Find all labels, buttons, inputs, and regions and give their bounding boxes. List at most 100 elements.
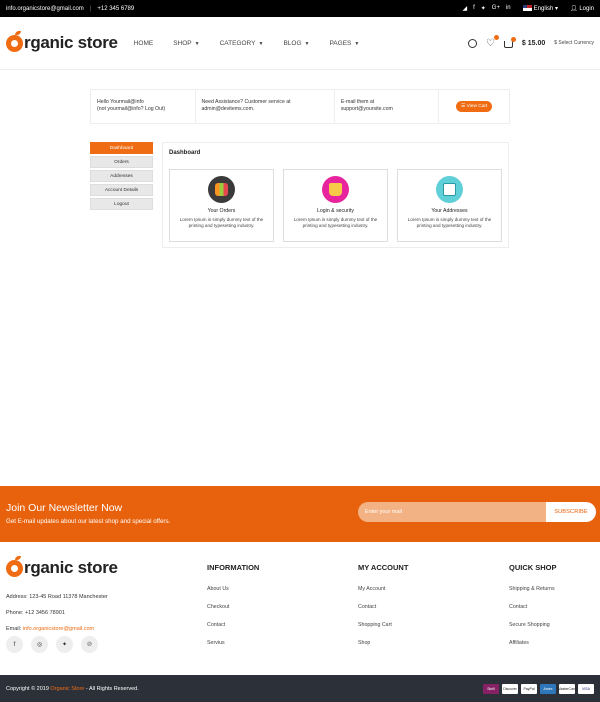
- twitter-icon[interactable]: ✦: [56, 636, 73, 653]
- topbar-separator: |: [89, 5, 92, 12]
- copyright: Copyright © 2019 Organic Store - All Rig…: [6, 685, 139, 692]
- footer-link[interactable]: Contact: [207, 622, 259, 640]
- nav-item-category[interactable]: CATEGORY ▼: [220, 40, 264, 47]
- visa-icon: VISA: [578, 683, 594, 694]
- amex-icon: Amex: [540, 683, 556, 694]
- footer-column-title: MY ACCOUNT: [358, 563, 409, 572]
- bottom-bar: Copyright © 2019 Organic Store - All Rig…: [0, 675, 600, 702]
- sidebar-item-orders[interactable]: Orders: [90, 156, 153, 168]
- orange-logo-icon: [6, 555, 23, 577]
- footer-link[interactable]: Shopping Cart: [358, 622, 408, 640]
- email-cell: E-mail them at support@yoursite.com: [335, 90, 440, 123]
- facebook-icon[interactable]: f: [6, 636, 23, 653]
- chevron-down-icon: ▼: [354, 40, 360, 47]
- view-cart-button[interactable]: ☰ View Cart: [455, 101, 493, 112]
- top-bar: info.organicstore@gmail.com | +12 345 67…: [0, 0, 600, 17]
- card-description: Lorem Ipsum is simply dummy text of the …: [293, 217, 378, 228]
- footer-link[interactable]: My Account: [358, 586, 408, 604]
- footer-link[interactable]: About Us: [207, 586, 259, 604]
- us-flag-icon: [522, 5, 532, 12]
- footer-logo-text: rganic store: [24, 558, 118, 577]
- footer-link[interactable]: Secure Shopping: [509, 622, 557, 640]
- twitter-icon[interactable]: ✦: [481, 5, 486, 12]
- wishlist-icon[interactable]: ♡: [486, 34, 499, 48]
- nav-item-home[interactable]: HOME: [134, 40, 154, 47]
- nav-item-shop[interactable]: SHOP ▼: [173, 40, 199, 47]
- account-icon[interactable]: [467, 38, 477, 48]
- user-icon: 👤︎: [570, 6, 578, 12]
- sidebar-item-logout[interactable]: Logout: [90, 198, 153, 210]
- wishlist-badge: [493, 34, 499, 40]
- chevron-down-icon: ▼: [194, 40, 200, 47]
- login-link[interactable]: 👤︎ Login: [570, 5, 594, 12]
- linkedin-icon[interactable]: in: [506, 5, 511, 12]
- card-title: Your Addresses: [431, 208, 468, 214]
- facebook-icon[interactable]: f: [473, 5, 475, 12]
- assistance-cell: Need Assistance? Customer service at adm…: [196, 90, 335, 123]
- nav-item-pages[interactable]: PAGES ▼: [329, 40, 359, 47]
- google-plus-icon[interactable]: G+: [492, 5, 500, 12]
- footer-address: Address: 123-45 Road 11378 Manchester: [6, 594, 108, 600]
- email-text: E-mail them at: [340, 99, 375, 105]
- nav-item-blog[interactable]: BLOG ▼: [283, 40, 309, 47]
- paypal-icon: PayPal: [521, 683, 537, 694]
- footer-link[interactable]: Servius: [207, 640, 259, 658]
- topbar-social: ◢ f ✦ G+ in: [462, 5, 510, 12]
- card-description: Lorem Ipsum is simply dummy text of the …: [179, 217, 264, 228]
- subscribe-button[interactable]: SUBSCRIBE: [546, 502, 596, 522]
- addresses-card[interactable]: Your Addresses Lorem Ipsum is simply dum…: [397, 169, 502, 242]
- footer-column-information: INFORMATION About Us Checkout Contact Se…: [207, 563, 259, 658]
- footer-column-quick-shop: QUICK SHOP Shipping & Returns Contact Se…: [509, 563, 557, 658]
- mastercard-icon: MasterCard: [558, 683, 576, 694]
- footer-email-link[interactable]: info.organicstore@gmail.com: [23, 626, 94, 632]
- topbar-email[interactable]: info.organicstore@gmail.com: [6, 6, 84, 12]
- card-title: Login & security: [317, 208, 354, 214]
- rss-icon[interactable]: ◢: [462, 5, 467, 12]
- footer-link[interactable]: Shipping & Returns: [509, 586, 557, 604]
- language-select[interactable]: English ▾: [522, 5, 558, 12]
- dashboard-title: Dashboard: [169, 150, 201, 156]
- chevron-down-icon: ▼: [258, 40, 264, 47]
- security-card[interactable]: Login & security Lorem Ipsum is simply d…: [283, 169, 388, 242]
- site-logo[interactable]: rganic store: [6, 30, 118, 53]
- sidebar-item-account-details[interactable]: Account Details: [90, 184, 153, 196]
- pinterest-icon[interactable]: ℗: [81, 636, 98, 653]
- payment-methods: Skrill Discover PayPal Amex MasterCard V…: [483, 683, 594, 694]
- footer-column-my-account: MY ACCOUNT My Account Contact Shopping C…: [358, 563, 408, 658]
- cart-total[interactable]: $ 15.00: [522, 40, 545, 47]
- address-book-icon: [436, 176, 463, 203]
- lock-icon: [322, 176, 349, 203]
- instagram-icon[interactable]: ◎: [31, 636, 48, 653]
- footer-link[interactable]: Contact: [358, 604, 408, 622]
- footer-phone: Phone: +12 3456 78901: [6, 610, 65, 616]
- currency-select[interactable]: $ Select Currency: [554, 40, 594, 46]
- footer-socials: f ◎ ✦ ℗: [6, 636, 98, 653]
- footer-link[interactable]: Contact: [509, 604, 557, 622]
- topbar-phone[interactable]: +12 345 6789: [97, 6, 134, 12]
- support-email[interactable]: support@yoursite.com: [341, 106, 433, 113]
- newsletter-email-input[interactable]: [358, 502, 546, 522]
- footer-link[interactable]: Shop: [358, 640, 408, 658]
- logout-hint[interactable]: (not yourmail@info? Log Out): [97, 106, 189, 113]
- orders-card[interactable]: Your Orders Lorem Ipsum is simply dummy …: [169, 169, 274, 242]
- card-description: Lorem Ipsum is simply dummy text of the …: [407, 217, 492, 228]
- skrill-icon: Skrill: [483, 683, 499, 694]
- footer-link[interactable]: Checkout: [207, 604, 259, 622]
- site-footer: rganic store Address: 123-45 Road 11378 …: [0, 542, 600, 675]
- footer-email-row: Email: info.organicstore@gmail.com: [6, 626, 95, 632]
- account-info-row: Hello Yourmail@info (not yourmail@info? …: [90, 89, 510, 124]
- footer-link[interactable]: Affiliates: [509, 640, 557, 658]
- logo-text: rganic store: [24, 33, 118, 52]
- footer-column-title: QUICK SHOP: [509, 563, 557, 572]
- footer-column-title: INFORMATION: [207, 563, 260, 572]
- assistance-email[interactable]: admin@devitems.com.: [202, 106, 328, 113]
- dashboard-panel: Dashboard Your Orders Lorem Ipsum is sim…: [162, 142, 509, 248]
- sidebar-item-addresses[interactable]: Addresses: [90, 170, 153, 182]
- view-cart-cell: ☰ View Cart: [439, 90, 509, 123]
- footer-logo[interactable]: rganic store: [6, 555, 118, 578]
- assistance-text: Need Assistance? Customer service at: [201, 99, 291, 105]
- sidebar-item-dashboard[interactable]: Dashboard: [90, 142, 153, 154]
- brand-link[interactable]: Organic Store: [50, 686, 84, 692]
- cart-icon[interactable]: [503, 36, 516, 48]
- orders-icon: [208, 176, 235, 203]
